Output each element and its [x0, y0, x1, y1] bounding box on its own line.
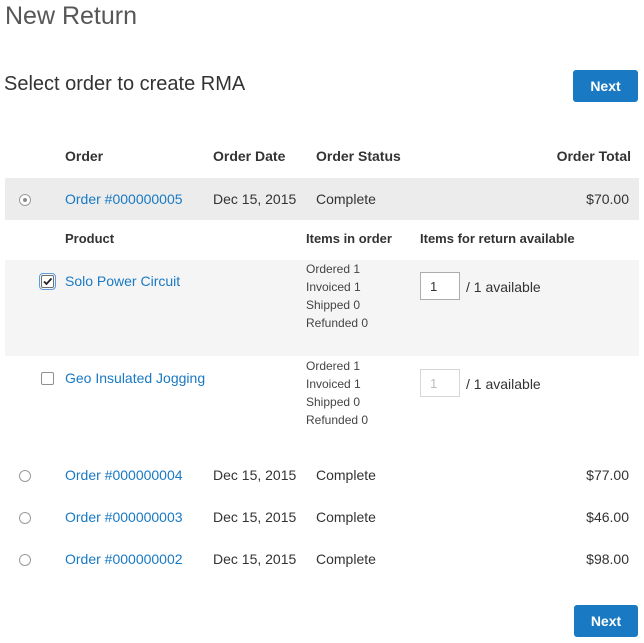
order-link-2[interactable]: Order #000000004 — [65, 467, 183, 483]
order-total-3: $46.00 — [586, 509, 629, 525]
ordered-count: Ordered 1 — [306, 359, 361, 373]
order-date-3: Dec 15, 2015 — [213, 509, 297, 525]
order-date-1: Dec 15, 2015 — [213, 191, 297, 207]
order-status-4: Complete — [316, 551, 376, 567]
order-total-2: $77.00 — [586, 467, 629, 483]
order-date-2: Dec 15, 2015 — [213, 467, 297, 483]
product-2-order-info: Ordered 1 Invoiced 1 Shipped 0 Refunded … — [306, 357, 368, 429]
next-button-bottom[interactable]: Next — [574, 605, 638, 637]
order-total-1: $70.00 — [586, 191, 629, 207]
product-checkbox-1[interactable] — [39, 273, 56, 290]
next-button-top[interactable]: Next — [573, 70, 638, 102]
order-status-1: Complete — [316, 191, 376, 207]
shipped-count: Shipped 0 — [306, 298, 361, 312]
available-label-1: / 1 available — [466, 279, 541, 295]
order-total-4: $98.00 — [586, 551, 629, 567]
column-header-order-total: Order Total — [556, 148, 631, 164]
product-link-2[interactable]: Geo Insulated Jogging — [65, 370, 205, 386]
order-link-1[interactable]: Order #000000005 — [65, 191, 183, 207]
page-title: New Return — [5, 2, 137, 30]
product-checkbox-2[interactable] — [41, 372, 54, 385]
return-qty-input-2 — [420, 369, 460, 397]
column-header-order: Order — [65, 148, 104, 164]
order-link-4[interactable]: Order #000000002 — [65, 551, 183, 567]
invoiced-count: Invoiced 1 — [306, 377, 361, 391]
refunded-count: Refunded 0 — [306, 316, 369, 330]
column-header-items-in-order: Items in order — [306, 231, 392, 246]
order-status-2: Complete — [316, 467, 376, 483]
checkmark-icon — [43, 277, 53, 286]
order-radio-2[interactable] — [19, 470, 31, 482]
order-link-3[interactable]: Order #000000003 — [65, 509, 183, 525]
product-1-order-info: Ordered 1 Invoiced 1 Shipped 0 Refunded … — [306, 260, 368, 332]
order-status-3: Complete — [316, 509, 376, 525]
column-header-order-status: Order Status — [316, 148, 401, 164]
order-radio-3[interactable] — [19, 512, 31, 524]
available-label-2: / 1 available — [466, 376, 541, 392]
column-header-product: Product — [65, 231, 115, 246]
shipped-count: Shipped 0 — [306, 395, 361, 409]
product-link-1[interactable]: Solo Power Circuit — [65, 273, 180, 289]
column-header-order-date: Order Date — [213, 148, 286, 164]
column-header-items-for-return: Items for return available — [420, 231, 575, 246]
return-qty-input-1[interactable] — [420, 272, 460, 300]
refunded-count: Refunded 0 — [306, 413, 369, 427]
order-radio-4[interactable] — [19, 554, 31, 566]
order-radio-1[interactable] — [19, 194, 31, 206]
ordered-count: Ordered 1 — [306, 262, 361, 276]
order-date-4: Dec 15, 2015 — [213, 551, 297, 567]
invoiced-count: Invoiced 1 — [306, 280, 361, 294]
section-title: Select order to create RMA — [4, 73, 246, 95]
